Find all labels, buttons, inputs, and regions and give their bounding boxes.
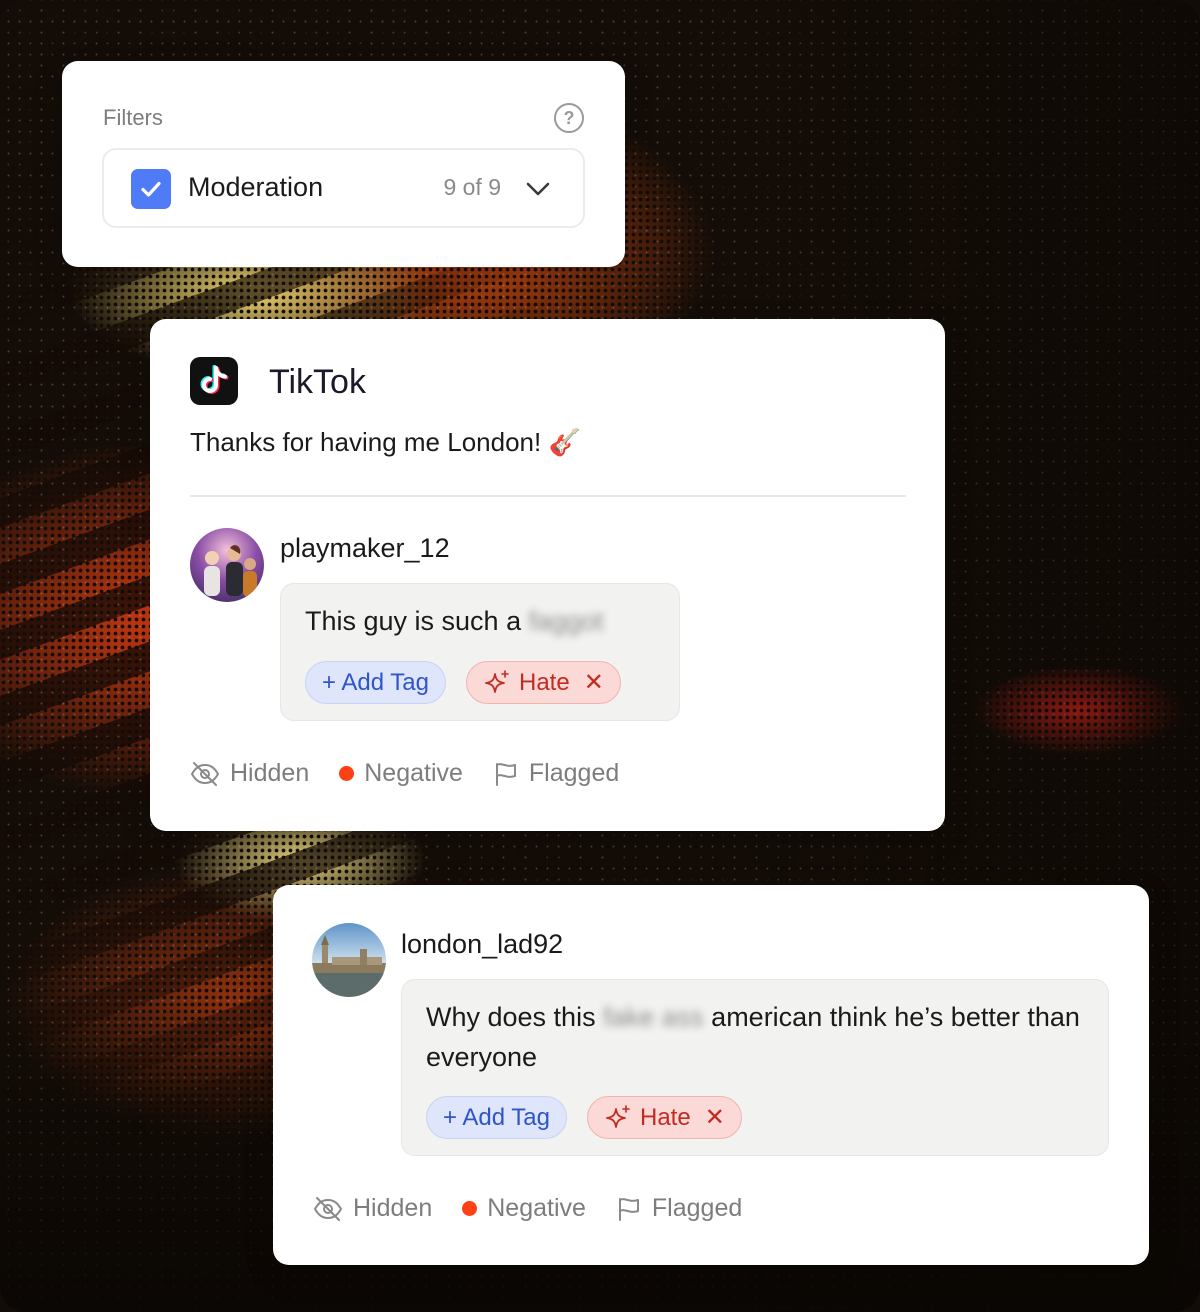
comment-text-before: This guy is such a — [305, 606, 522, 636]
sentiment-status[interactable]: Negative — [462, 1194, 586, 1223]
comment-status-bar: Hidden Negative Flagged — [190, 759, 649, 788]
comment-status-bar: Hidden Negative Flagged — [313, 1194, 772, 1223]
hate-tag-label: Hate — [519, 668, 570, 696]
redacted-word[interactable]: fake ass — [603, 1002, 704, 1032]
chevron-down-icon[interactable] — [525, 176, 551, 202]
platform-name: TikTok — [269, 363, 366, 401]
flagged-label: Flagged — [651, 1194, 743, 1222]
comment-username[interactable]: london_lad92 — [401, 929, 563, 960]
filter-name: Moderation — [188, 172, 324, 202]
close-icon[interactable]: ✕ — [584, 668, 604, 697]
filters-panel: Filters ? Moderation 9 of 9 — [62, 61, 625, 267]
flagged-label: Flagged — [528, 759, 620, 787]
sparkle-icon — [485, 669, 509, 693]
comment-text: This guy is such a faggot — [305, 601, 604, 641]
tiktok-logo-icon — [190, 357, 238, 405]
hate-tag-label: Hate — [640, 1103, 691, 1131]
hidden-label: Hidden — [230, 759, 310, 787]
comment-bubble: This guy is such a faggot + Add Tag Hate… — [280, 583, 680, 721]
eye-off-icon — [313, 1196, 343, 1221]
comment-card: london_lad92 Why does this fake ass amer… — [273, 885, 1149, 1265]
negative-dot-icon — [462, 1201, 478, 1216]
comment-text: Why does this fake ass american think he… — [426, 997, 1096, 1077]
sentiment-label: Negative — [364, 759, 463, 787]
question-circle-icon[interactable]: ? — [554, 103, 584, 133]
negative-dot-icon — [339, 766, 355, 781]
comment-bubble: Why does this fake ass american think he… — [401, 979, 1109, 1156]
flag-icon — [618, 1197, 639, 1221]
close-icon[interactable]: ✕ — [705, 1103, 725, 1132]
post-card: TikTok Thanks for having me London! 🎸 pl… — [150, 319, 945, 831]
comment-text-before: Why does this — [426, 1002, 596, 1032]
check-icon — [141, 181, 161, 197]
flagged-status[interactable]: Flagged — [616, 1194, 742, 1223]
flagged-status[interactable]: Flagged — [493, 759, 619, 788]
filters-label: Filters — [103, 105, 163, 130]
redacted-word[interactable]: faggot — [529, 606, 604, 636]
flag-icon — [495, 762, 516, 786]
sparkle-icon — [606, 1104, 630, 1128]
moderation-checkbox[interactable] — [131, 169, 171, 209]
sentiment-label: Negative — [487, 1194, 586, 1222]
add-tag-button[interactable]: + Add Tag — [426, 1096, 567, 1139]
eye-off-icon — [190, 761, 220, 786]
post-caption: Thanks for having me London! 🎸 — [190, 427, 581, 457]
hidden-status[interactable]: Hidden — [313, 1194, 432, 1223]
add-tag-button[interactable]: + Add Tag — [305, 661, 446, 704]
hidden-status[interactable]: Hidden — [190, 759, 309, 788]
hate-tag[interactable]: Hate ✕ — [587, 1096, 742, 1139]
avatar[interactable] — [190, 528, 264, 602]
hidden-label: Hidden — [353, 1194, 433, 1222]
hate-tag[interactable]: Hate ✕ — [466, 661, 621, 704]
divider — [190, 495, 906, 497]
filter-count: 9 of 9 — [443, 174, 501, 200]
comment-username[interactable]: playmaker_12 — [280, 533, 450, 564]
avatar[interactable] — [312, 923, 386, 997]
moderation-filter-dropdown[interactable]: Moderation 9 of 9 — [102, 148, 585, 228]
sentiment-status[interactable]: Negative — [339, 759, 463, 788]
